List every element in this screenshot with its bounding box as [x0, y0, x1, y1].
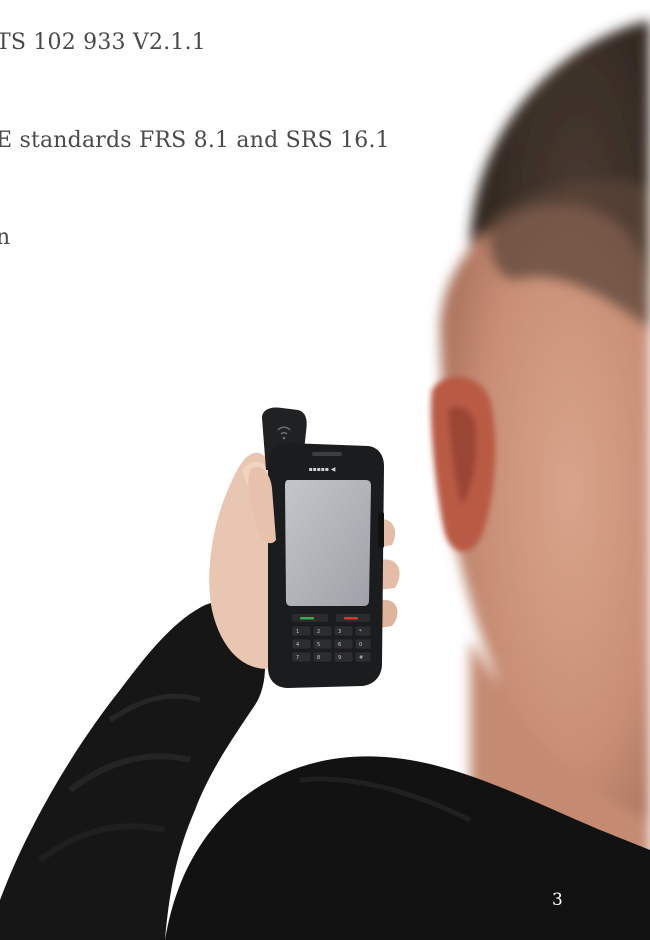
- svg-text:#: #: [359, 655, 363, 661]
- svg-text:▪▪▪▪▪ ◀: ▪▪▪▪▪ ◀: [309, 466, 336, 473]
- svg-text:7: 7: [296, 655, 299, 661]
- svg-text:5: 5: [317, 642, 320, 648]
- svg-text:6: 6: [338, 642, 341, 648]
- document-page: TS 102 933 V2.1.1 E standards FRS 8.1 an…: [0, 0, 650, 940]
- svg-text:8: 8: [317, 655, 320, 661]
- svg-text:0: 0: [359, 642, 362, 648]
- photo-person-with-phone: ▪▪▪▪▪ ◀ 1 2 3 * 4 5 6 0 7 8 9 #: [0, 20, 650, 940]
- svg-text:9: 9: [338, 655, 341, 661]
- page-number: 3: [552, 890, 563, 910]
- satellite-phone-illustration: ▪▪▪▪▪ ◀ 1 2 3 * 4 5 6 0 7 8 9 #: [262, 407, 384, 688]
- svg-text:1: 1: [296, 629, 299, 635]
- svg-text:4: 4: [296, 642, 299, 648]
- svg-text:2: 2: [317, 629, 320, 635]
- svg-text:3: 3: [338, 629, 341, 635]
